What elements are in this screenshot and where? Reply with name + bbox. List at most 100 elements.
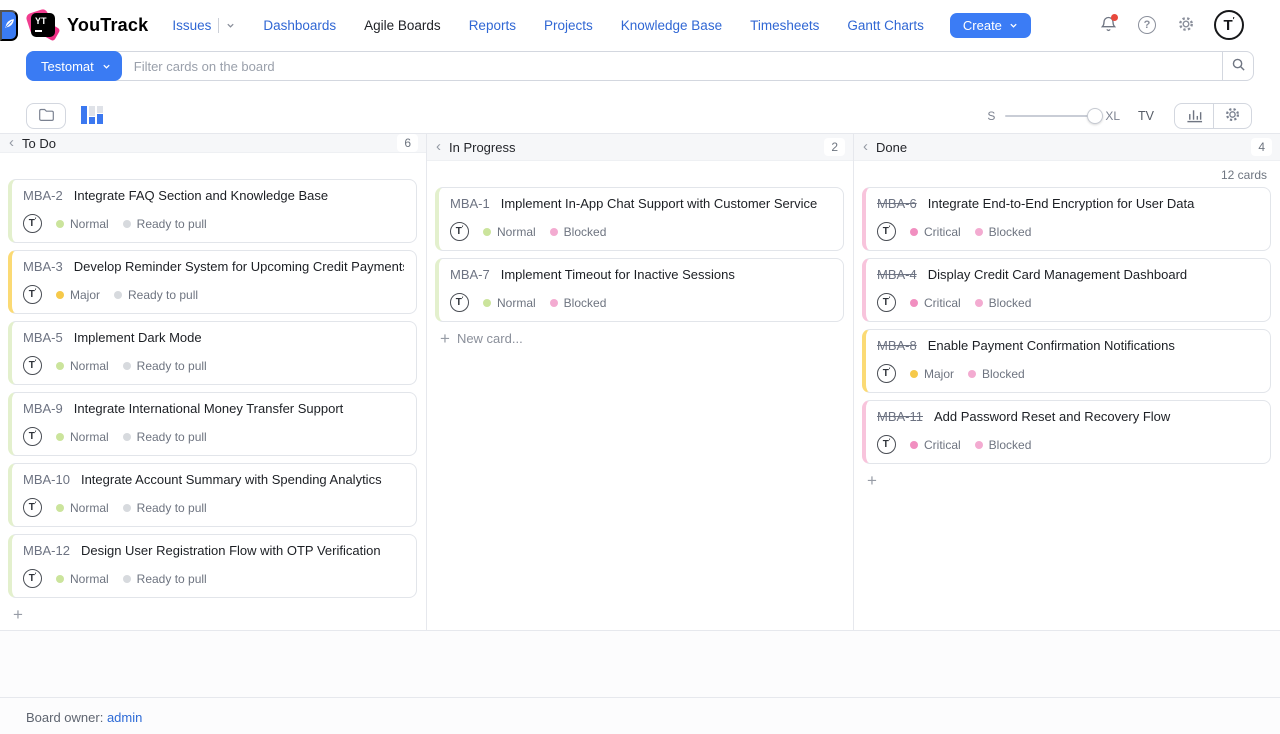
tv-mode-button[interactable]: TV [1138, 109, 1154, 123]
create-button[interactable]: Create [950, 13, 1031, 38]
assignee-avatar[interactable]: T′ [23, 356, 42, 375]
state-field[interactable]: Blocked [550, 296, 607, 310]
issue-id[interactable]: MBA-7 [450, 267, 490, 282]
issue-id[interactable]: MBA-3 [23, 259, 63, 274]
nav-item-issues-label[interactable]: Issues [172, 18, 211, 33]
board-settings-button[interactable] [1213, 104, 1251, 128]
nav-item-gantt-charts[interactable]: Gantt Charts [847, 18, 924, 33]
state-field[interactable]: Blocked [975, 296, 1032, 310]
priority-field[interactable]: Normal [56, 501, 109, 515]
priority-field[interactable]: Normal [483, 296, 536, 310]
issue-title[interactable]: Display Credit Card Management Dashboard [928, 267, 1187, 282]
issue-title[interactable]: Integrate Account Summary with Spending … [81, 472, 382, 487]
state-field[interactable]: Blocked [975, 438, 1032, 452]
assignee-avatar[interactable]: T′ [450, 222, 469, 241]
nav-item-reports[interactable]: Reports [469, 18, 516, 33]
state-field[interactable]: Blocked [968, 367, 1025, 381]
new-card-button-to-do[interactable]: + [8, 605, 23, 623]
issue-title[interactable]: Design User Registration Flow with OTP V… [81, 543, 381, 558]
state-field[interactable]: Ready to pull [123, 359, 207, 373]
priority-field[interactable]: Normal [56, 572, 109, 586]
issue-id[interactable]: MBA-8 [877, 338, 917, 353]
state-field[interactable]: Ready to pull [123, 430, 207, 444]
state-field[interactable]: Ready to pull [114, 288, 198, 302]
nav-item-projects[interactable]: Projects [544, 18, 593, 33]
nav-item-knowledge-base[interactable]: Knowledge Base [621, 18, 722, 33]
issue-title[interactable]: Integrate End-to-End Encryption for User… [928, 196, 1195, 211]
issue-title[interactable]: Implement Timeout for Inactive Sessions [501, 267, 735, 282]
slider-handle[interactable] [1087, 108, 1103, 124]
issue-card-mba-1[interactable]: MBA-1 Implement In-App Chat Support with… [435, 187, 844, 251]
nav-item-agile-boards[interactable]: Agile Boards [364, 18, 441, 33]
priority-field[interactable]: Critical [910, 225, 961, 239]
nav-item-dashboards[interactable]: Dashboards [263, 18, 336, 33]
issue-title[interactable]: Implement In-App Chat Support with Custo… [501, 196, 817, 211]
chart-button[interactable] [1175, 104, 1213, 128]
board-owner-link[interactable]: admin [107, 710, 142, 725]
issue-id[interactable]: MBA-9 [23, 401, 63, 416]
card-size-slider[interactable] [1005, 108, 1101, 124]
state-field[interactable]: Ready to pull [123, 217, 207, 231]
assignee-avatar[interactable]: T′ [877, 222, 896, 241]
new-card-button-done[interactable]: + [862, 471, 877, 489]
backlog-button[interactable] [26, 103, 66, 129]
nav-item-timesheets[interactable]: Timesheets [750, 18, 819, 33]
search-button[interactable] [1222, 52, 1253, 80]
issue-id[interactable]: MBA-1 [450, 196, 490, 211]
board-selector[interactable]: Testomat [26, 51, 122, 81]
filter-input[interactable] [122, 52, 1222, 80]
issue-card-mba-11[interactable]: MBA-11 Add Password Reset and Recovery F… [862, 400, 1271, 464]
collapse-column-icon[interactable]: ‹ [9, 135, 14, 152]
issue-card-mba-2[interactable]: MBA-2 Integrate FAQ Section and Knowledg… [8, 179, 417, 243]
priority-field[interactable]: Major [56, 288, 100, 302]
assignee-avatar[interactable]: T′ [23, 427, 42, 446]
help-button[interactable]: ? [1136, 14, 1158, 36]
assignee-avatar[interactable]: T′ [23, 569, 42, 588]
state-field[interactable]: Blocked [975, 225, 1032, 239]
priority-field[interactable]: Normal [483, 225, 536, 239]
issue-title[interactable]: Implement Dark Mode [74, 330, 202, 345]
quick-notes-button[interactable] [0, 10, 18, 41]
issue-id[interactable]: MBA-12 [23, 543, 70, 558]
state-field[interactable]: Blocked [550, 225, 607, 239]
board-columns-button[interactable] [79, 103, 105, 129]
issue-id[interactable]: MBA-4 [877, 267, 917, 282]
issue-title[interactable]: Add Password Reset and Recovery Flow [934, 409, 1170, 424]
priority-field[interactable]: Major [910, 367, 954, 381]
nav-item-issues[interactable]: Issues [172, 18, 235, 33]
state-field[interactable]: Ready to pull [123, 572, 207, 586]
issue-id[interactable]: MBA-2 [23, 188, 63, 203]
youtrack-logo-icon[interactable]: YT [30, 12, 56, 38]
chevron-down-icon[interactable] [226, 21, 235, 30]
issue-id[interactable]: MBA-11 [877, 409, 923, 424]
assignee-avatar[interactable]: T′ [23, 214, 42, 233]
assignee-avatar[interactable]: T′ [23, 498, 42, 517]
assignee-avatar[interactable]: T′ [23, 285, 42, 304]
priority-field[interactable]: Critical [910, 438, 961, 452]
issue-card-mba-3[interactable]: MBA-3 Develop Reminder System for Upcomi… [8, 250, 417, 314]
assignee-avatar[interactable]: T′ [877, 364, 896, 383]
issue-card-mba-8[interactable]: MBA-8 Enable Payment Confirmation Notifi… [862, 329, 1271, 393]
issue-title[interactable]: Integrate FAQ Section and Knowledge Base [74, 188, 328, 203]
collapse-column-icon[interactable]: ‹ [863, 139, 868, 156]
settings-button[interactable] [1175, 14, 1197, 36]
issue-id[interactable]: MBA-5 [23, 330, 63, 345]
collapse-column-icon[interactable]: ‹ [436, 139, 441, 156]
priority-field[interactable]: Normal [56, 359, 109, 373]
issue-card-mba-7[interactable]: MBA-7 Implement Timeout for Inactive Ses… [435, 258, 844, 322]
new-card-button-in-progress[interactable]: + New card... [435, 329, 523, 347]
issue-title[interactable]: Enable Payment Confirmation Notification… [928, 338, 1175, 353]
issue-card-mba-6[interactable]: MBA-6 Integrate End-to-End Encryption fo… [862, 187, 1271, 251]
user-avatar[interactable]: T′ [1214, 10, 1244, 40]
notifications-button[interactable] [1097, 14, 1119, 36]
priority-field[interactable]: Critical [910, 296, 961, 310]
issue-title[interactable]: Develop Reminder System for Upcoming Cre… [74, 259, 404, 274]
priority-field[interactable]: Normal [56, 430, 109, 444]
issue-card-mba-5[interactable]: MBA-5 Implement Dark Mode T′ Normal Read… [8, 321, 417, 385]
assignee-avatar[interactable]: T′ [877, 293, 896, 312]
issue-id[interactable]: MBA-10 [23, 472, 70, 487]
issue-card-mba-4[interactable]: MBA-4 Display Credit Card Management Das… [862, 258, 1271, 322]
issue-title[interactable]: Integrate International Money Transfer S… [74, 401, 344, 416]
issue-card-mba-10[interactable]: MBA-10 Integrate Account Summary with Sp… [8, 463, 417, 527]
issue-card-mba-9[interactable]: MBA-9 Integrate International Money Tran… [8, 392, 417, 456]
